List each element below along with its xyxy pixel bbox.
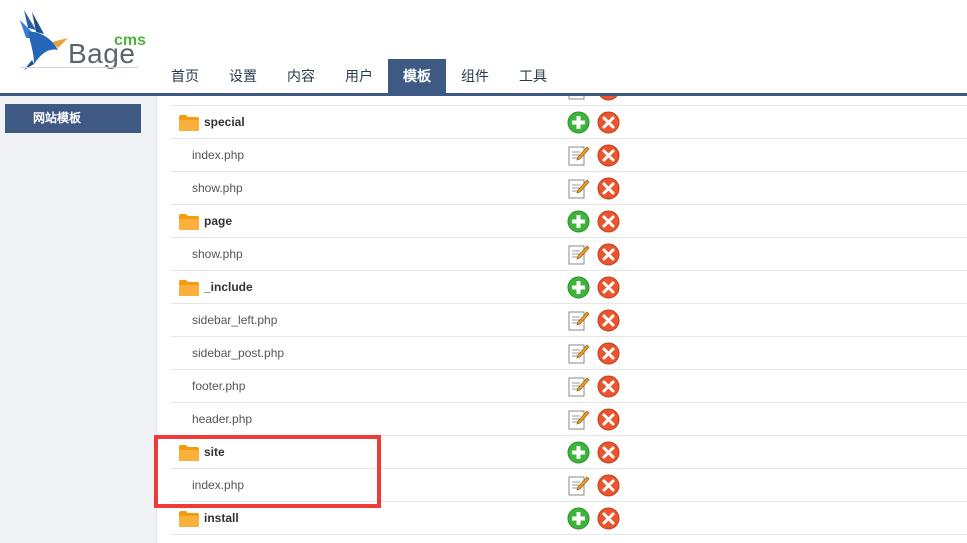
folder-name[interactable]: page	[204, 205, 232, 238]
folder-name[interactable]: special	[204, 106, 245, 139]
file-row: show_goods.php	[171, 96, 967, 106]
file-name[interactable]: show_goods.php	[192, 96, 283, 106]
delete-icon[interactable]	[597, 144, 620, 167]
delete-icon[interactable]	[597, 342, 620, 365]
delete-icon[interactable]	[597, 96, 620, 101]
delete-icon[interactable]	[597, 177, 620, 200]
folder-row: _include	[171, 271, 967, 304]
folder-icon	[179, 214, 199, 230]
folder-row: page	[171, 205, 967, 238]
sidebar: 网站模板	[0, 96, 157, 543]
add-icon[interactable]	[567, 111, 590, 134]
delete-icon[interactable]	[597, 111, 620, 134]
folder-icon	[179, 511, 199, 527]
main-nav: 首页 设置 内容 用户 模板 组件 工具	[156, 59, 562, 93]
delete-icon[interactable]	[597, 408, 620, 431]
nav-item-home[interactable]: 首页	[156, 59, 214, 93]
nav-item-templates[interactable]: 模板	[388, 59, 446, 93]
delete-icon[interactable]	[597, 441, 620, 464]
delete-icon[interactable]	[597, 474, 620, 497]
bird-logo-icon	[20, 10, 68, 70]
edit-icon[interactable]	[567, 144, 590, 167]
edit-icon[interactable]	[567, 474, 590, 497]
file-name[interactable]: header.php	[192, 403, 252, 436]
file-row: show.php	[171, 238, 967, 271]
edit-icon[interactable]	[567, 96, 590, 101]
edit-icon[interactable]	[567, 375, 590, 398]
file-name[interactable]: footer.php	[192, 370, 245, 403]
delete-icon[interactable]	[597, 309, 620, 332]
sidebar-item-site-templates[interactable]: 网站模板	[5, 104, 141, 133]
logo-brand: Bage	[68, 38, 136, 69]
delete-icon[interactable]	[597, 375, 620, 398]
nav-item-tools[interactable]: 工具	[504, 59, 562, 93]
logo-divider	[20, 67, 138, 68]
folder-name[interactable]: _include	[204, 271, 253, 304]
nav-item-content[interactable]: 内容	[272, 59, 330, 93]
file-row: index.php	[171, 469, 967, 502]
delete-icon[interactable]	[597, 243, 620, 266]
file-name[interactable]: index.php	[192, 469, 244, 502]
delete-icon[interactable]	[597, 276, 620, 299]
logo[interactable]: cms Bage	[18, 8, 146, 72]
folder-row: install	[171, 502, 967, 535]
nav-item-users[interactable]: 用户	[330, 59, 388, 93]
folder-name[interactable]: site	[204, 436, 225, 469]
delete-icon[interactable]	[597, 507, 620, 530]
folder-row: special	[171, 106, 967, 139]
template-file-list: show_goods.phpspecialindex.phpshow.phppa…	[171, 96, 967, 543]
file-name[interactable]: sidebar_post.php	[192, 337, 284, 370]
file-row: sidebar_left.php	[171, 304, 967, 337]
folder-icon	[179, 445, 199, 461]
edit-icon[interactable]	[567, 243, 590, 266]
edit-icon[interactable]	[567, 408, 590, 431]
nav-item-components[interactable]: 组件	[446, 59, 504, 93]
add-icon[interactable]	[567, 276, 590, 299]
file-row: index.php	[171, 139, 967, 172]
add-icon[interactable]	[567, 507, 590, 530]
edit-icon[interactable]	[567, 177, 590, 200]
edit-icon[interactable]	[567, 309, 590, 332]
folder-row: site	[171, 436, 967, 469]
file-name[interactable]: show.php	[192, 172, 243, 205]
folder-icon	[179, 115, 199, 131]
edit-icon[interactable]	[567, 342, 590, 365]
add-icon[interactable]	[567, 210, 590, 233]
file-rows: show_goods.phpspecialindex.phpshow.phppa…	[171, 96, 967, 535]
delete-icon[interactable]	[597, 210, 620, 233]
file-row: header.php	[171, 403, 967, 436]
add-icon[interactable]	[567, 441, 590, 464]
folder-icon	[179, 280, 199, 296]
file-row: sidebar_post.php	[171, 337, 967, 370]
nav-item-settings[interactable]: 设置	[214, 59, 272, 93]
file-name[interactable]: index.php	[192, 139, 244, 172]
file-row: show.php	[171, 172, 967, 205]
folder-name[interactable]: install	[204, 502, 239, 535]
file-name[interactable]: show.php	[192, 238, 243, 271]
header: cms Bage 首页 设置 内容 用户 模板 组件 工具	[0, 0, 967, 96]
file-row: footer.php	[171, 370, 967, 403]
file-name[interactable]: sidebar_left.php	[192, 304, 277, 337]
